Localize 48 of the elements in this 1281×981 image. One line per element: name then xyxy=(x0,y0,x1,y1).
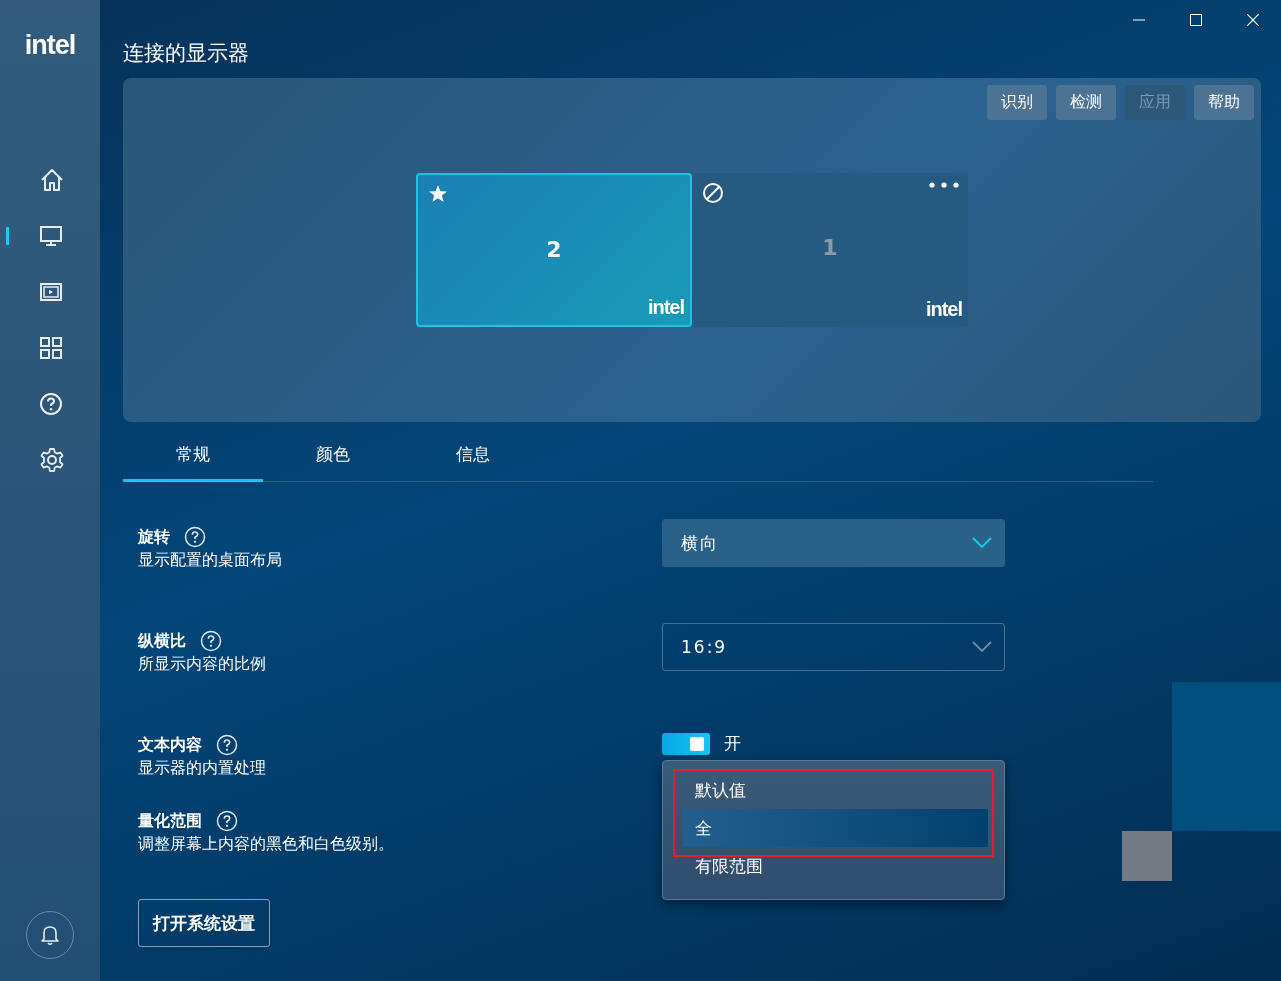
setting-description: 所显示内容的比例 xyxy=(138,654,267,675)
tab[interactable]: 信息 xyxy=(403,430,543,482)
setting-title: 量化范围 xyxy=(138,810,202,832)
display-tile[interactable]: 1 intel xyxy=(692,173,968,327)
page-title: 连接的显示器 xyxy=(123,40,250,67)
display-number: 1 xyxy=(821,235,839,260)
logo: intel xyxy=(24,30,76,61)
chevron-down-icon xyxy=(972,537,992,549)
toolbar-button[interactable]: 识别 xyxy=(987,85,1047,120)
video-icon xyxy=(39,282,63,302)
home-icon xyxy=(39,167,65,193)
close-icon xyxy=(1246,14,1259,26)
settings-icon xyxy=(39,447,65,473)
logo: intel xyxy=(925,298,962,321)
setting-title: 纵横比 xyxy=(138,630,186,652)
tab[interactable]: 常规 xyxy=(123,430,263,482)
more-icon[interactable] xyxy=(928,181,960,189)
help-icon xyxy=(39,392,63,416)
star-icon xyxy=(428,184,448,204)
setting-title: 旋转 xyxy=(138,526,170,548)
chevron-down-icon xyxy=(972,641,992,653)
help-icon[interactable] xyxy=(216,810,238,832)
open-system-settings-button[interactable]: 打开系统设置 xyxy=(138,899,270,947)
setting-description: 显示器的内置处理 xyxy=(138,758,267,779)
dropdown-option[interactable]: 有限范围 xyxy=(683,847,988,885)
grid-icon xyxy=(39,336,63,360)
logo: intel xyxy=(647,296,684,319)
help-icon[interactable] xyxy=(216,734,238,756)
display-tile[interactable]: 2 intel xyxy=(416,173,692,327)
dropdown[interactable]: 16:9 xyxy=(662,623,1005,671)
setting-description: 调整屏幕上内容的黑色和白色级别。 xyxy=(138,834,395,855)
setting-title: 文本内容 xyxy=(138,734,202,756)
toggle-switch[interactable] xyxy=(662,732,710,755)
help-icon[interactable] xyxy=(184,526,206,548)
tab[interactable]: 颜色 xyxy=(263,430,403,482)
toolbar-button[interactable]: 帮助 xyxy=(1194,85,1254,120)
setting-description: 显示配置的桌面布局 xyxy=(138,550,283,571)
help-icon[interactable] xyxy=(200,630,222,652)
monitor-icon xyxy=(39,225,63,247)
display-number: 2 xyxy=(545,237,563,262)
dropdown-option[interactable]: 默认值 xyxy=(683,771,988,809)
maximize-icon xyxy=(1189,14,1202,26)
toggle-label: 开 xyxy=(724,732,741,755)
prohibited-icon xyxy=(702,182,724,204)
dropdown[interactable]: 横向 xyxy=(662,519,1005,567)
toolbar-button[interactable]: 检测 xyxy=(1056,85,1116,120)
dropdown-option[interactable]: 全 xyxy=(683,809,988,847)
bell-icon xyxy=(40,924,60,946)
